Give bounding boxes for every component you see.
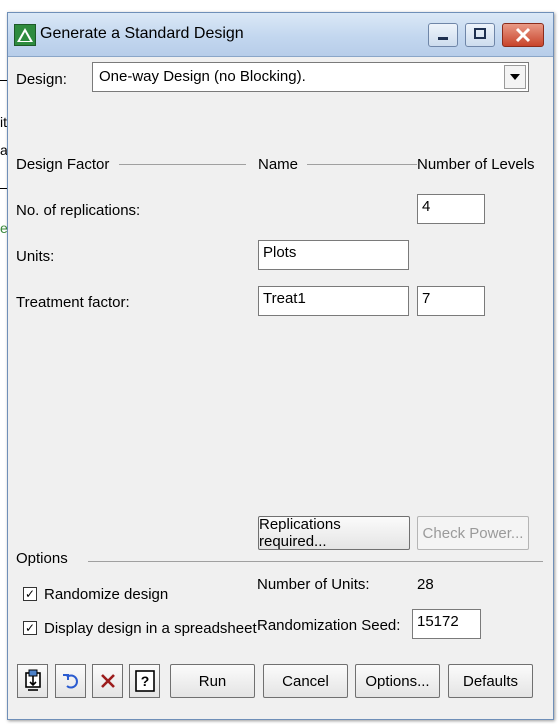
replications-required-button[interactable]: Replications required... (258, 516, 410, 550)
units-name-input[interactable]: Plots (258, 240, 409, 270)
check-power-button[interactable]: Check Power... (417, 516, 529, 550)
treatment-levels-input[interactable]: 7 (417, 286, 485, 316)
treatment-factor-label: Treatment factor: (16, 294, 130, 311)
undo-icon (62, 674, 78, 689)
pin-icon (24, 669, 41, 691)
clear-button[interactable] (92, 664, 123, 698)
dropdown-arrow-icon (510, 74, 520, 80)
options-separator (88, 561, 543, 562)
window-icon (14, 24, 36, 46)
minimize-icon (438, 37, 448, 40)
options-group-title: Options (16, 550, 68, 567)
replications-levels-input[interactable]: 4 (417, 194, 485, 224)
close-button[interactable] (502, 23, 544, 47)
randomize-checkbox[interactable]: ✓ (23, 587, 37, 601)
randomization-seed-input[interactable]: 15172 (412, 609, 481, 639)
replications-label: No. of replications: (16, 202, 141, 219)
maximize-button[interactable] (465, 23, 495, 47)
randomize-check-mark: ✓ (24, 587, 36, 601)
design-combobox[interactable]: One-way Design (no Blocking). (92, 62, 529, 92)
treatment-name-input[interactable]: Treat1 (258, 286, 409, 316)
design-value: One-way Design (no Blocking). (99, 68, 306, 85)
title-bar[interactable]: Generate a Standard Design (8, 13, 553, 57)
clear-icon (100, 674, 115, 688)
undo-button[interactable] (55, 664, 86, 698)
design-label: Design: (16, 71, 67, 88)
pin-button[interactable] (17, 664, 48, 698)
number-of-units-value: 28 (417, 576, 434, 593)
help-button[interactable]: ? (129, 664, 160, 698)
cancel-button[interactable]: Cancel (263, 664, 348, 698)
generate-design-dialog: Generate a Standard Design Design: One-w… (7, 12, 554, 720)
randomize-label: Randomize design (44, 586, 169, 603)
display-spreadsheet-label: Display design in a spreadsheet (44, 620, 257, 637)
close-icon (515, 27, 531, 43)
header-separator (307, 164, 417, 165)
units-label: Units: (16, 248, 55, 265)
defaults-button[interactable]: Defaults (448, 664, 533, 698)
levels-header: Number of Levels (417, 156, 535, 173)
background-text: it (0, 114, 7, 130)
help-icon: ? (134, 670, 155, 692)
header-separator (119, 164, 246, 165)
display-spreadsheet-check-mark: ✓ (24, 621, 36, 635)
display-spreadsheet-checkbox[interactable]: ✓ (23, 621, 37, 635)
minimize-button[interactable] (428, 23, 458, 47)
number-of-units-label: Number of Units: (257, 576, 370, 593)
options-button[interactable]: Options... (355, 664, 440, 698)
design-dropdown-button[interactable] (504, 65, 526, 89)
maximize-icon (474, 28, 486, 39)
design-factor-header: Design Factor (16, 156, 110, 173)
svg-text:?: ? (140, 673, 149, 689)
run-button[interactable]: Run (170, 664, 255, 698)
name-header: Name (258, 156, 299, 173)
randomization-seed-label: Randomization Seed: (257, 617, 401, 634)
window-title: Generate a Standard Design (40, 25, 244, 42)
